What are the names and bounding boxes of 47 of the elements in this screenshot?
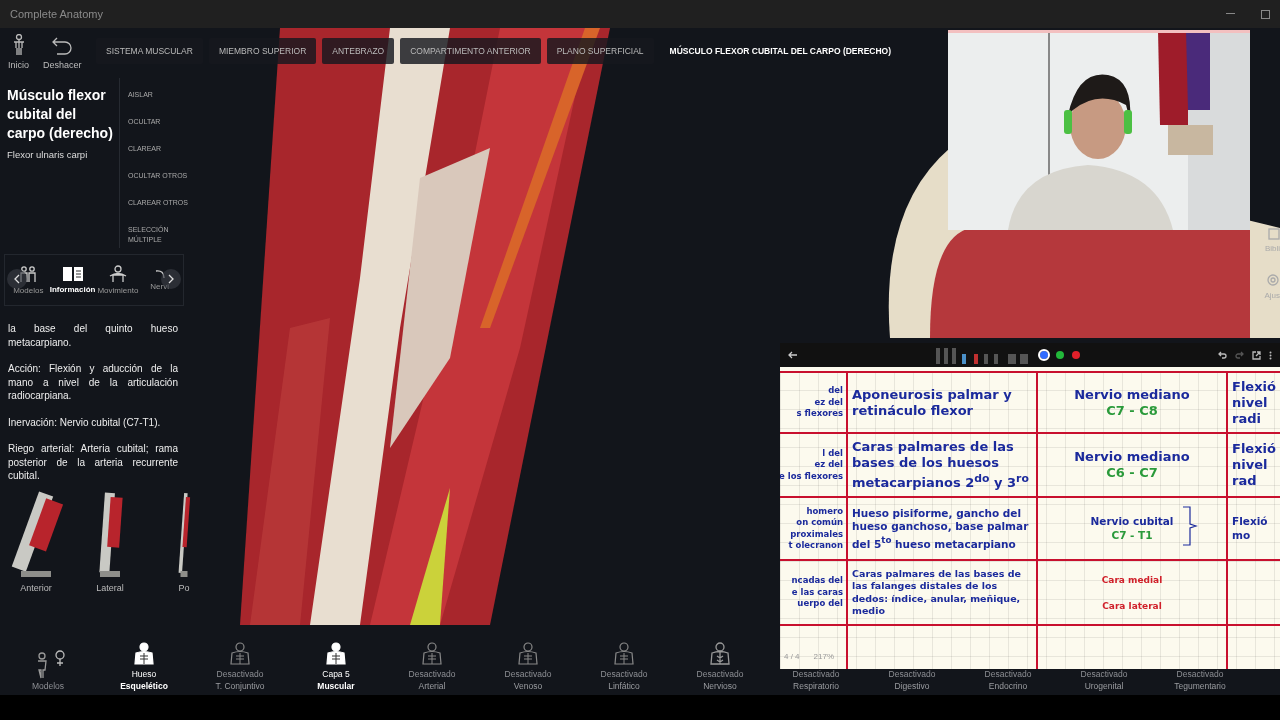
layer-toggle[interactable]: Modelos xyxy=(0,649,96,691)
minimize-icon[interactable] xyxy=(1226,13,1235,15)
layer-toggle[interactable]: Desactivado Arterial xyxy=(384,642,480,691)
body-layer-icon xyxy=(420,642,444,668)
layer-toggle[interactable]: Desactivado Urogenital xyxy=(1056,670,1152,691)
maximize-icon[interactable] xyxy=(1261,9,1270,19)
view-label[interactable]: Po xyxy=(178,582,190,593)
info-paragraph: Inervación: Nervio cubital (C7-T1). xyxy=(8,415,162,429)
home-button[interactable]: Inicio xyxy=(8,34,29,78)
structure-title: Músculo flexor cubital del carpo (derecho) xyxy=(7,86,114,143)
layer-toggle[interactable]: Desactivado Respiratorio xyxy=(768,670,864,691)
body-layer-icon xyxy=(516,642,540,668)
previous-button[interactable] xyxy=(7,269,27,289)
body-layer-icon xyxy=(324,642,348,668)
layer-toggle[interactable]: Desactivado Endocrino xyxy=(960,670,1056,691)
info-tab[interactable]: Movimiento xyxy=(97,265,139,295)
layer-toggle[interactable]: Desactivado Tegumentario xyxy=(1152,670,1248,691)
layer-toggle[interactable]: Hueso Esquelético xyxy=(96,642,192,691)
table-cell xyxy=(1226,624,1280,669)
latin-name: Flexor ulnaris carpi xyxy=(7,149,89,160)
layer-toggle[interactable]: Desactivado Digestivo xyxy=(864,670,960,691)
info-tab[interactable]: Modelos xyxy=(9,265,48,295)
undo-button[interactable]: Deshacer xyxy=(43,34,82,78)
view-label[interactable]: Anterior xyxy=(20,582,52,593)
info-paragraph: Acción: Flexión y aducción de la mano a nivel de la articulación radiocarpiana. xyxy=(8,362,178,403)
layer-toggle[interactable]: Capa 5 Muscular xyxy=(288,642,384,691)
figure-icon xyxy=(11,34,26,56)
figure-icon xyxy=(107,265,128,283)
nervous-system-icon xyxy=(708,642,732,668)
window-title: Complete Anatomy xyxy=(10,8,103,20)
zoom-level: 217% xyxy=(813,652,835,661)
chevron-right-icon xyxy=(168,274,174,284)
chevron-left-icon xyxy=(14,274,20,284)
body-layer-icon xyxy=(132,642,156,668)
body-layer-icon xyxy=(228,642,252,668)
layer-toggle[interactable]: Desactivado T. Conjuntivo xyxy=(192,642,288,691)
layer-toggle[interactable]: Desactivado Venoso xyxy=(480,642,576,691)
page-number: 4 / 4 xyxy=(784,652,800,661)
info-tab[interactable]: Nervi xyxy=(140,269,179,291)
info-paragraph: la base del quinto hueso metacarpiano. xyxy=(8,322,178,349)
layer-toggle[interactable]: Desactivado Nervioso xyxy=(672,642,768,691)
info-paragraph: Riego arterial: Arteria cubital; rama posterior de la arteria recurrente cubital. xyxy=(8,442,178,483)
view-label[interactable]: Lateral xyxy=(96,582,124,593)
layer-toggle[interactable]: Desactivado Linfático xyxy=(576,642,672,691)
body-layer-icon xyxy=(612,642,636,668)
info-tab[interactable]: Información xyxy=(49,266,96,294)
figures-icon xyxy=(18,265,39,283)
